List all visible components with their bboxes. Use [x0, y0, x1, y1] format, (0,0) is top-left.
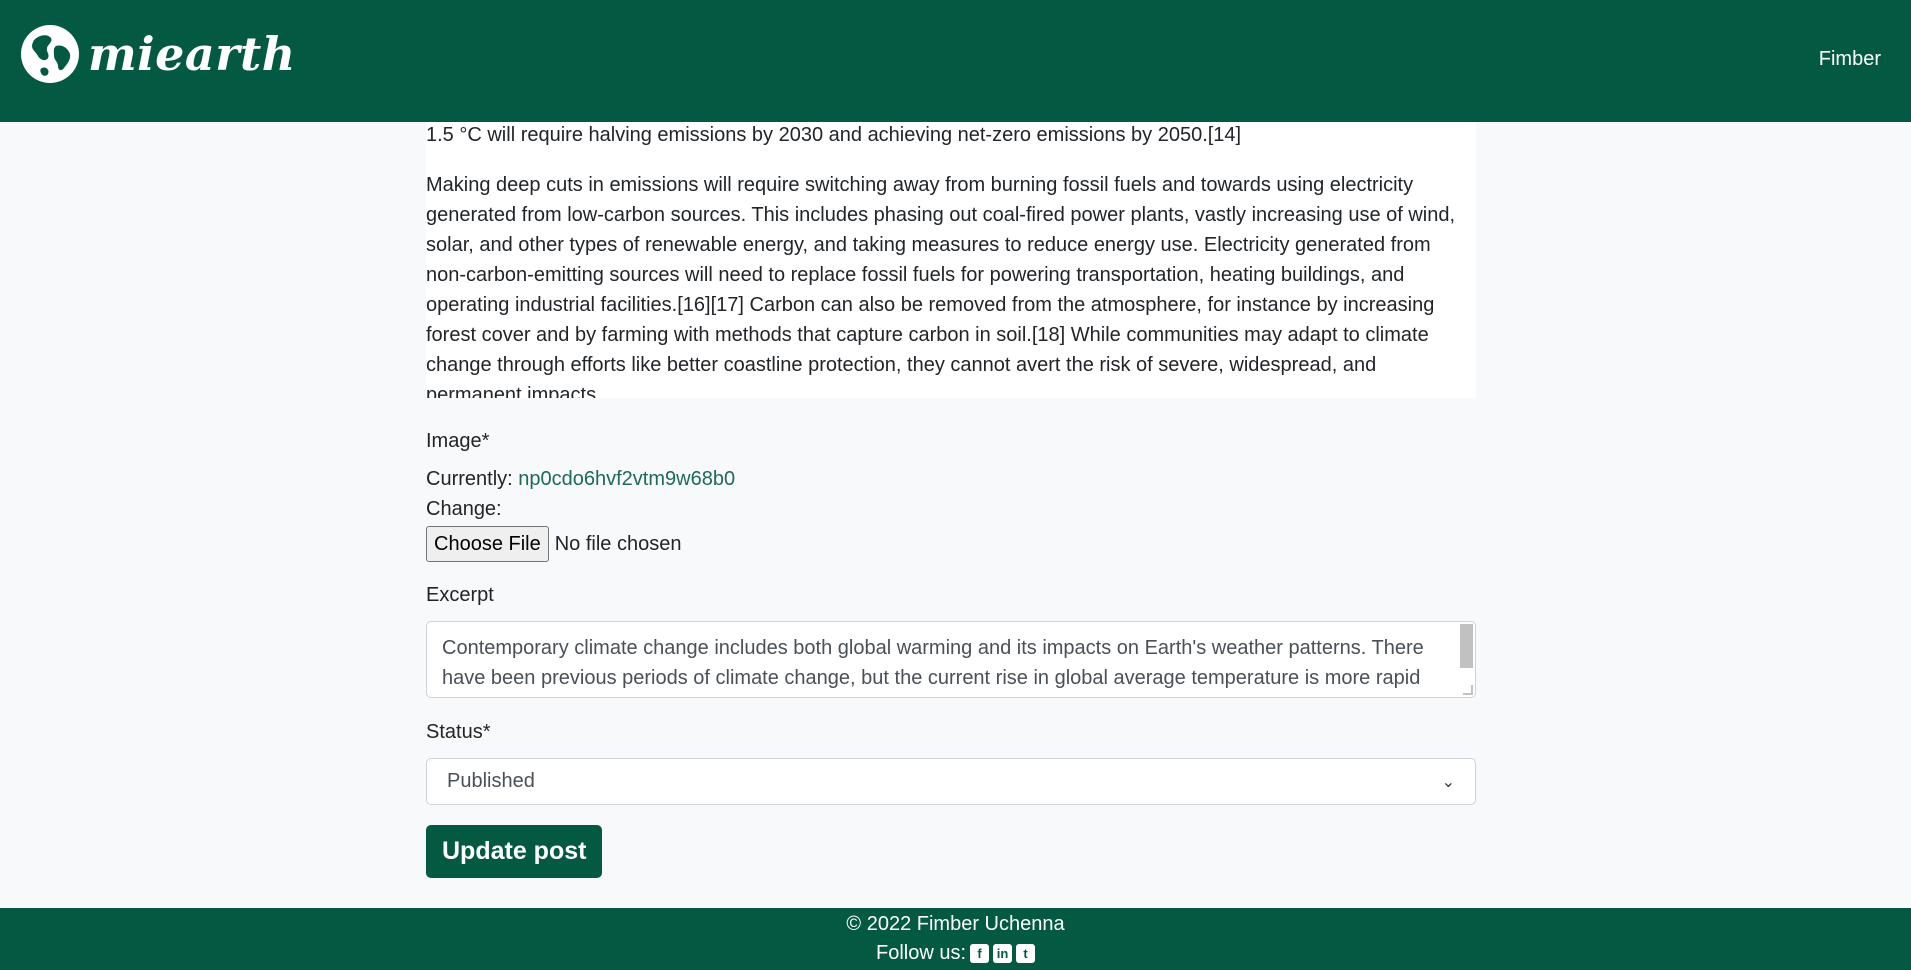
globe-icon: [21, 25, 79, 83]
body-editor[interactable]: Agreement, global warming would still re…: [426, 100, 1476, 398]
choose-file-button[interactable]: Choose File: [426, 526, 549, 562]
current-image-link[interactable]: np0cdo6hvf2vtm9w68b0: [518, 468, 735, 490]
follow-label: Follow us:: [875, 942, 967, 964]
update-post-button[interactable]: Update post: [426, 825, 603, 878]
status-selected-value: Published: [447, 770, 535, 792]
excerpt-textarea[interactable]: Contemporary climate change includes bot…: [426, 621, 1476, 698]
footer-copyright: © 2022 Fimber Uchenna: [846, 913, 1065, 935]
excerpt-label: Excerpt: [426, 584, 494, 606]
status-label: Status*: [426, 721, 491, 743]
textarea-scrollbar[interactable]: [1460, 624, 1473, 668]
resize-handle-icon[interactable]: [1463, 685, 1473, 695]
body-paragraph: Making deep cuts in emissions will requi…: [426, 174, 1456, 398]
chevron-down-icon: ⌄: [1441, 773, 1455, 791]
current-image-row: Currently: np0cdo6hvf2vtm9w68b0: [426, 468, 735, 491]
footer-follow: Follow us: f in t: [0, 942, 1911, 965]
twitter-icon[interactable]: t: [1016, 944, 1036, 963]
facebook-icon[interactable]: f: [970, 944, 990, 963]
footer: © 2022 Fimber Uchenna Follow us: f in t: [0, 908, 1911, 970]
navbar: miearth Fimber: [0, 0, 1911, 122]
brand-name: miearth: [88, 27, 296, 81]
status-select[interactable]: Published ⌄: [426, 758, 1476, 805]
nav-user-link[interactable]: Fimber: [1819, 48, 1881, 71]
currently-label: Currently:: [426, 468, 513, 490]
file-input: Choose File No file chosen: [426, 526, 681, 562]
linkedin-icon[interactable]: in: [993, 944, 1013, 963]
file-status-text: No file chosen: [554, 532, 682, 555]
brand-logo-link[interactable]: miearth: [20, 24, 296, 84]
excerpt-text: Contemporary climate change includes bot…: [442, 637, 1424, 689]
change-label: Change:: [426, 498, 502, 520]
image-label: Image*: [426, 430, 490, 452]
